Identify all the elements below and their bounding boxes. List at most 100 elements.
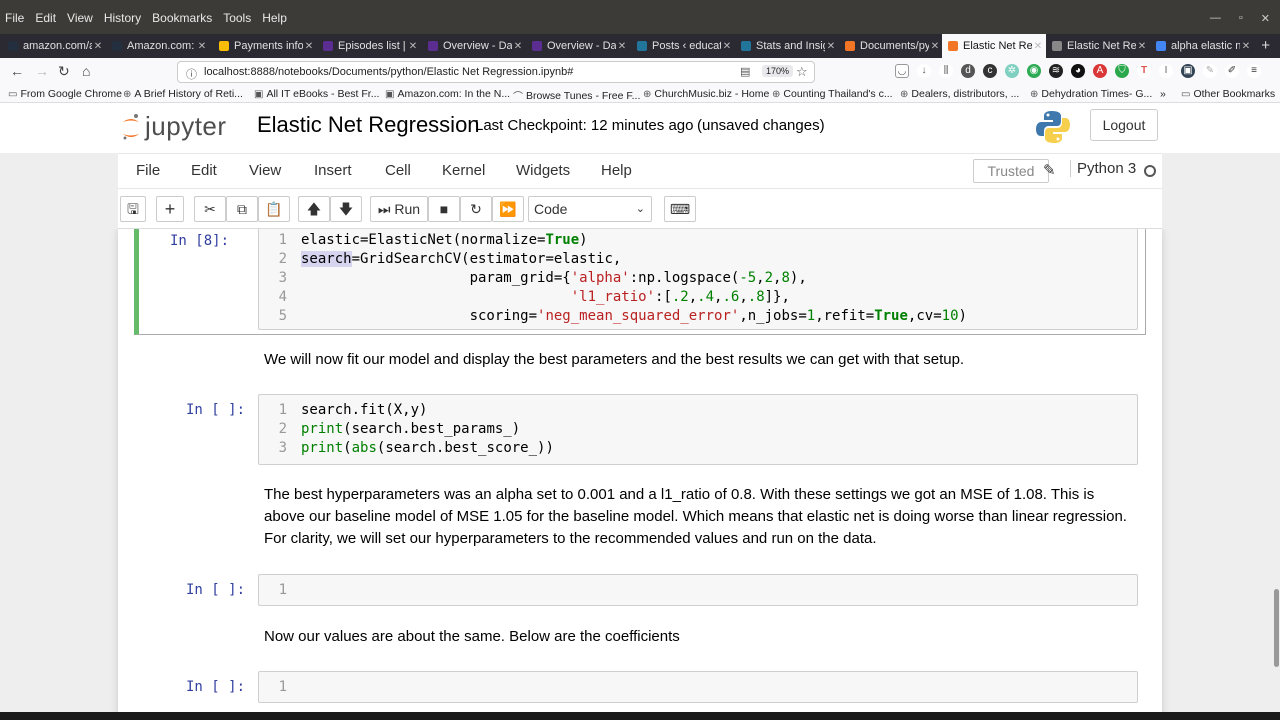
menu-cell[interactable]: Cell (385, 162, 411, 179)
insert-cell-button[interactable]: + (156, 196, 184, 222)
run-button[interactable]: ⏭ Run (370, 196, 428, 222)
code-cell-selected[interactable]: In [8]: 1 elastic=ElasticNet(normalize=Tr… (134, 229, 1146, 335)
extension-pen-icon[interactable]: ✎ (1203, 64, 1217, 78)
extension-d-icon[interactable]: d (961, 64, 975, 78)
close-tab-icon[interactable]: ✕ (616, 41, 628, 52)
close-tab-icon[interactable]: ✕ (196, 41, 208, 52)
cut-button[interactable]: ✂ (194, 196, 226, 222)
browser-tab[interactable]: amazon.com/a ✕ (2, 34, 106, 58)
browser-tab[interactable]: Episodes list | A✕ (317, 34, 421, 58)
os-menu-view[interactable]: View (67, 11, 93, 25)
os-menu-history[interactable]: History (104, 11, 141, 25)
download-icon[interactable]: ↓ (917, 64, 931, 78)
site-info-icon[interactable]: ⓘ (186, 66, 197, 82)
browser-tab[interactable]: Documents/py ✕ (839, 34, 943, 58)
menu-help[interactable]: Help (601, 162, 632, 179)
close-tab-icon[interactable]: ✕ (92, 41, 104, 52)
code-editor[interactable]: 1 (258, 671, 1138, 703)
browser-tab[interactable]: alpha elastic ne ✕ (1150, 34, 1254, 58)
code-editor[interactable]: 1 search.fit(X,y) 2 print(search.best_para… (258, 394, 1138, 465)
reader-view-icon[interactable]: ▤ (740, 65, 750, 78)
page-scrollbar[interactable] (1273, 229, 1280, 712)
move-down-button[interactable]: 🡇 (330, 196, 362, 222)
close-window-icon[interactable]: ✕ (1261, 12, 1270, 25)
address-bar[interactable]: ⓘ localhost:8888/notebooks/Documents/pyt… (177, 61, 815, 83)
bookmark-item[interactable]: ▣ Amazon.com: In the N... (385, 88, 510, 100)
close-tab-icon[interactable]: ✕ (1240, 41, 1252, 52)
extension-c-icon[interactable]: c (983, 64, 997, 78)
more-bookmarks-chevron-icon[interactable]: » (1160, 88, 1166, 100)
url-text[interactable]: localhost:8888/notebooks/Documents/pytho… (204, 66, 573, 78)
bookmark-item[interactable]: ⊕ Counting Thailand's c... (772, 88, 893, 100)
os-menu-file[interactable]: File (5, 11, 24, 25)
close-tab-icon[interactable]: ✕ (929, 41, 941, 52)
bookmark-item[interactable]: ⌒ Browse Tunes - Free F... (513, 88, 640, 104)
code-editor[interactable]: 1 (258, 574, 1138, 606)
browser-tab[interactable]: Posts ‹ educati ✕ (631, 34, 735, 58)
reload-icon[interactable]: ↻ (58, 63, 70, 80)
extension-wand-icon[interactable]: ✐ (1225, 64, 1239, 78)
os-menu-edit[interactable]: Edit (35, 11, 56, 25)
command-palette-button[interactable]: ⌨ (664, 196, 696, 222)
menu-kernel[interactable]: Kernel (442, 162, 485, 179)
bookmark-item[interactable]: ▣ All IT eBooks - Best Fr... (254, 88, 379, 100)
restore-icon[interactable]: ▫ (1239, 12, 1243, 25)
restart-button[interactable]: ↻ (460, 196, 492, 222)
forward-icon[interactable]: → (35, 63, 49, 79)
library-icon[interactable]: ⫼ (939, 64, 953, 78)
bookmark-item[interactable]: ▭ Other Bookmarks (1181, 88, 1275, 100)
bookmark-item[interactable]: ⊕ Dehydration Times- G... (1030, 88, 1152, 100)
browser-tab[interactable]: Payments info ✕ (213, 34, 317, 58)
browser-tab[interactable]: Overview - Das ✕ (422, 34, 526, 58)
kernel-name[interactable]: Python 3 (1070, 160, 1136, 177)
extension-t-icon[interactable]: T (1137, 64, 1151, 78)
extension-eye-icon[interactable]: ◕ (1071, 64, 1085, 78)
menu-file[interactable]: File (136, 162, 160, 179)
jupyter-logo[interactable]: jupyter (121, 111, 227, 142)
close-tab-icon[interactable]: ✕ (721, 41, 733, 52)
minimize-icon[interactable]: — (1210, 12, 1221, 25)
extension-globe-icon[interactable]: ◉ (1027, 64, 1041, 78)
back-icon[interactable]: ← (10, 63, 24, 79)
code-editor[interactable]: 1 elastic=ElasticNet(normalize=True) 2 sea… (258, 229, 1138, 330)
restart-run-all-button[interactable]: ⏩ (492, 196, 524, 222)
close-tab-icon[interactable]: ✕ (1136, 41, 1148, 52)
bookmark-item[interactable]: ▭ From Google Chrome (8, 88, 122, 100)
menu-insert[interactable]: Insert (314, 162, 352, 179)
save-button[interactable]: 🖫 (120, 196, 146, 222)
notebook-title[interactable]: Elastic Net Regression (257, 112, 480, 138)
extension-box-icon[interactable]: ▣ (1181, 64, 1195, 78)
move-up-button[interactable]: 🡅 (298, 196, 330, 222)
cell-type-select[interactable]: Code ⌄ (528, 196, 652, 222)
browser-tab[interactable]: Elastic Net Re ✕ (942, 34, 1046, 58)
logout-button[interactable]: Logout (1090, 109, 1158, 141)
menu-edit[interactable]: Edit (191, 162, 217, 179)
extension-layers-icon[interactable]: ≋ (1049, 64, 1063, 78)
copy-button[interactable]: ⧉ (226, 196, 258, 222)
pocket-icon[interactable]: ◡ (895, 64, 909, 78)
menu-widgets[interactable]: Widgets (516, 162, 570, 179)
trusted-indicator[interactable]: Trusted (973, 159, 1049, 183)
browser-tab[interactable]: Overview - Das ✕ (526, 34, 630, 58)
os-menu-help[interactable]: Help (262, 11, 287, 25)
home-icon[interactable]: ⌂ (82, 63, 90, 79)
browser-tab[interactable]: Stats and Insig ✕ (735, 34, 839, 58)
bookmark-item[interactable]: ⊕ ChurchMusic.biz - Home (643, 88, 769, 100)
extension-shield-icon[interactable]: ⛉ (1115, 64, 1129, 78)
close-tab-icon[interactable]: ✕ (512, 41, 524, 52)
browser-tab[interactable]: Elastic Net Re ✕ (1046, 34, 1150, 58)
zoom-level-badge[interactable]: 170% (762, 65, 794, 77)
bookmark-item[interactable]: ⊕ Dealers, distributors, ... (900, 88, 1019, 100)
close-tab-icon[interactable]: ✕ (407, 41, 419, 52)
paste-button[interactable]: 📋 (258, 196, 290, 222)
os-menu-bookmarks[interactable]: Bookmarks (152, 11, 212, 25)
extension-gear-icon[interactable]: ✲ (1005, 64, 1019, 78)
extension-abp-icon[interactable]: A (1093, 64, 1107, 78)
close-tab-icon[interactable]: ✕ (303, 41, 315, 52)
new-tab-icon[interactable]: + (1261, 37, 1270, 54)
menu-view[interactable]: View (249, 162, 281, 179)
os-menu-tools[interactable]: Tools (223, 11, 251, 25)
scrollbar-thumb[interactable] (1274, 589, 1279, 667)
bookmark-item[interactable]: ⊕ A Brief History of Reti... (123, 88, 243, 100)
close-tab-icon[interactable]: ✕ (1032, 41, 1044, 52)
